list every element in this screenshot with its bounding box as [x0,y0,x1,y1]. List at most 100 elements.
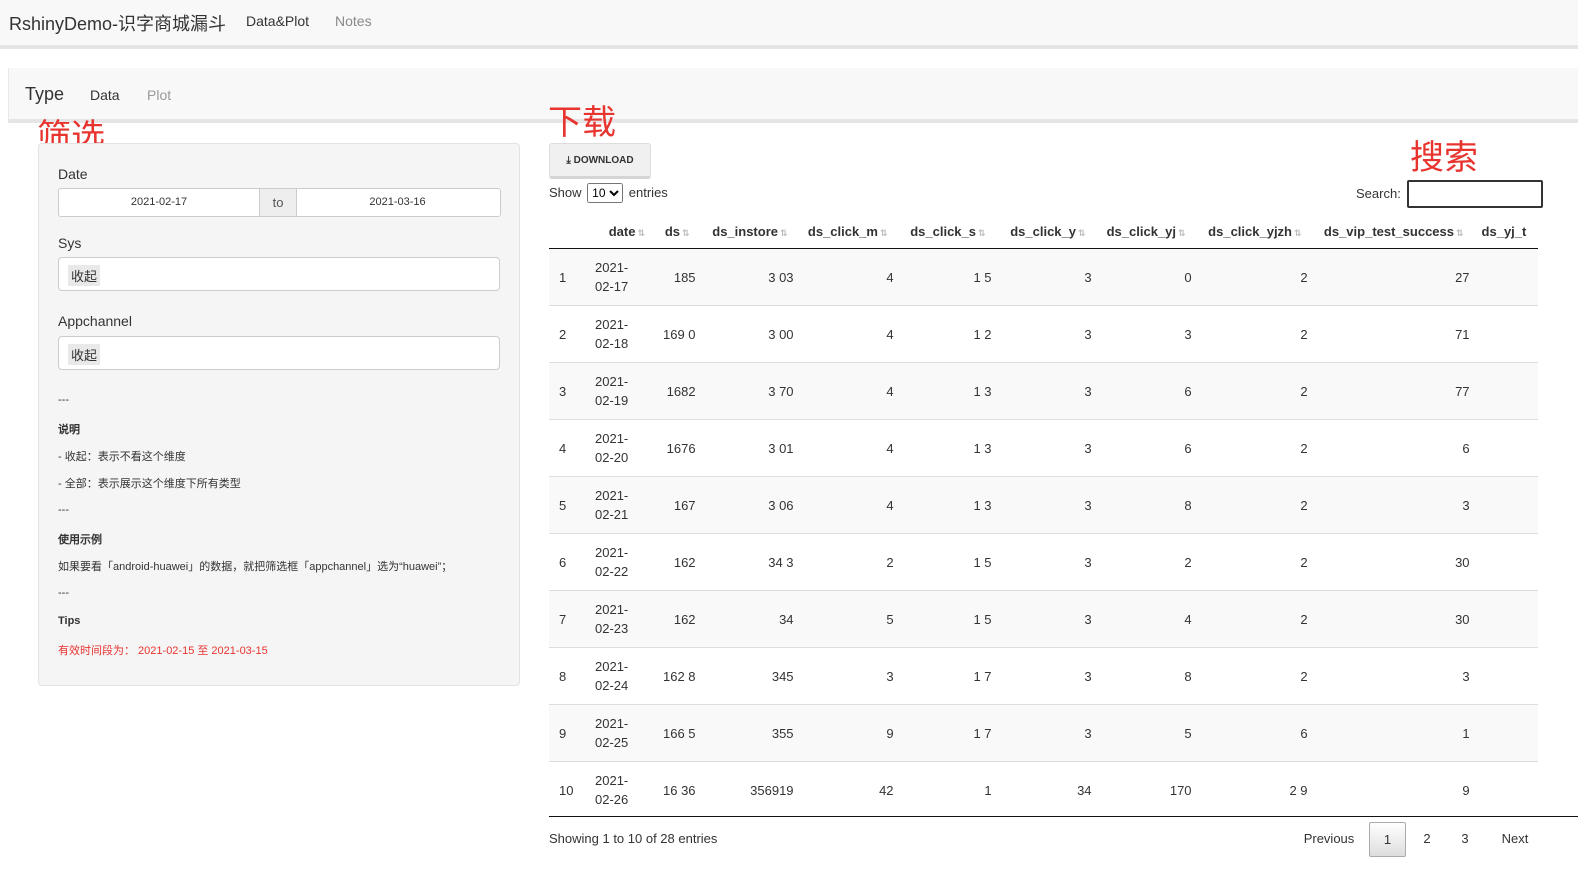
cell-text: 2021- [595,602,629,617]
table-row[interactable]: 2 2021- 02-18 169 0 3 00 4 1 2 3 3 2 71 [549,305,1539,363]
cell-ds-click-s: 1 5 [899,590,998,648]
sys-select[interactable]: 收起 [58,257,500,291]
cell-text: 2021- [595,488,629,503]
date-end-input[interactable]: 2021-03-16 [296,189,499,216]
cell-text: 34 3 [768,554,794,570]
cell-text: 3 01 [768,440,794,456]
date-start-input[interactable]: 2021-02-17 [59,189,259,216]
header-label: ds_vip_test_success [1323,223,1454,239]
cell-text: 2 [886,554,894,570]
pagination-previous[interactable]: Previous [1302,822,1356,855]
cell-text: 1 5 [973,611,992,627]
header-index [549,214,589,249]
tab-data[interactable]: Data [90,87,120,103]
cell-text: 4 [886,383,894,399]
nav-tab-data-plot[interactable]: Data&Plot [246,13,309,29]
header-date[interactable]: date ⇅ [589,214,657,249]
table-row[interactable]: 4 2021- 02-20 1676 3 01 4 1 3 3 6 2 6 [549,419,1539,477]
cell-text: 02-19 [595,393,629,408]
table-row[interactable]: 10 2021- 02-26 16 36 356919 42 1 34 170 2 9 9 [549,761,1539,818]
table-row[interactable]: 6 2021- 02-22 162 34 3 2 1 5 3 2 2 30 [549,533,1539,591]
cell-text: 169 0 [663,326,696,342]
cell-text: 3 [1084,383,1092,399]
entries-length-control: Show 10 entries [549,183,668,203]
cell-text: 345 [771,668,794,684]
cell-text: 3 [1084,269,1092,285]
pagination-page-3[interactable]: 3 [1456,822,1474,855]
cell-ds-click-s: 1 3 [899,419,998,477]
search-label: Search: [1356,186,1401,201]
notes-heading-tips: Tips [58,615,81,627]
cell-text: 2021- [595,773,629,788]
cell-ds-click-yjzh: 2 [1197,590,1314,648]
cell-ds: 162 8 [657,647,702,705]
cell-ds-instore: 355 [701,704,800,762]
cell-text: 5 [886,611,894,627]
header-ds-click-yjzh[interactable]: ds_click_yjzh ⇅ [1197,214,1314,249]
appchannel-selected-chip[interactable]: 收起 [68,344,101,365]
table-row[interactable]: 5 2021- 02-21 167 3 06 4 1 3 3 8 2 3 [549,476,1539,534]
pagination-page-1[interactable]: 1 [1369,822,1406,857]
cell-ds-click-y: 3 [997,248,1098,306]
cell-ds-yj-t [1475,761,1539,818]
cell-ds: 1676 [657,419,702,477]
header-ds-yj-t[interactable]: ds_yj_t [1475,214,1539,249]
cell-ds-click-yjzh: 2 [1197,647,1314,705]
cell-ds-vip-test-success: 3 [1313,476,1476,534]
header-ds-vip-test-success[interactable]: ds_vip_test_success ⇅ [1313,214,1476,249]
tab-plot[interactable]: Plot [147,87,171,103]
cell-text: 16 36 [663,782,696,798]
header-ds-click-yj[interactable]: ds_click_yj ⇅ [1097,214,1198,249]
cell-text: 7 [559,611,567,627]
cell-text: 8 [1184,668,1192,684]
notes-heading-example: 使用示例 [58,534,102,546]
pagination-page-2[interactable]: 2 [1418,822,1436,855]
cell-text: 5 [559,497,567,513]
cell-text: 2021- [595,659,629,674]
cell-text: 02-20 [595,450,629,465]
pagination-next[interactable]: Next [1500,822,1530,855]
cell-ds-click-m: 4 [799,362,900,420]
search-input[interactable] [1407,180,1543,208]
header-ds-click-y[interactable]: ds_click_y ⇅ [997,214,1098,249]
cell-ds-click-s: 1 [899,761,998,818]
cell-ds-yj-t [1475,305,1539,363]
cell-ds-click-yjzh: 2 [1197,419,1314,477]
sys-selected-chip[interactable]: 收起 [68,265,101,286]
cell-ds-instore: 34 3 [701,533,800,591]
cell-text: 2021- [595,716,629,731]
table-row[interactable]: 9 2021- 02-25 166 5 355 9 1 7 3 5 6 1 [549,704,1539,762]
app-brand[interactable]: RshinyDemo-识字商城漏斗 [9,10,226,36]
table-row[interactable]: 3 2021- 02-19 1682 3 70 4 1 3 3 6 2 77 [549,362,1539,420]
entries-select[interactable]: 10 [587,183,624,203]
download-icon: ⤓ [566,155,571,166]
cell-ds-vip-test-success: 71 [1313,305,1476,363]
cell-text: 3 03 [768,269,794,285]
download-button[interactable]: ⤓ DOWNLOAD [549,143,651,179]
cell-text: 02-24 [595,678,629,693]
cell-ds-instore: 3 70 [701,362,800,420]
cell-ds: 162 [657,533,702,591]
cell-text: 30 [1455,611,1470,627]
cell-text: 9 [559,725,567,741]
cell-ds: 162 [657,590,702,648]
nav-tab-notes[interactable]: Notes [335,13,372,29]
cell-index: 3 [549,362,589,420]
notes-separator: --- [58,587,69,599]
cell-text: 2 9 [1289,782,1308,798]
cell-ds-click-s: 1 3 [899,476,998,534]
header-ds-instore[interactable]: ds_instore ⇅ [701,214,800,249]
cell-ds-instore: 34 [701,590,800,648]
header-ds-click-s[interactable]: ds_click_s ⇅ [899,214,998,249]
table-row[interactable]: 7 2021- 02-23 162 34 5 1 5 3 4 2 30 [549,590,1539,648]
cell-text: 02-26 [595,792,629,807]
header-ds-click-m[interactable]: ds_click_m ⇅ [799,214,900,249]
table-row[interactable]: 1 2021- 02-17 185 3 03 4 1 5 3 0 2 27 [549,248,1539,306]
cell-ds-vip-test-success: 27 [1313,248,1476,306]
cell-text: 3 70 [768,383,794,399]
cell-text: 3 00 [768,326,794,342]
header-ds[interactable]: ds ⇅ [657,214,702,249]
cell-ds-click-y: 3 [997,476,1098,534]
table-row[interactable]: 8 2021- 02-24 162 8 345 3 1 7 3 8 2 3 [549,647,1539,705]
appchannel-select[interactable]: 收起 [58,336,500,370]
